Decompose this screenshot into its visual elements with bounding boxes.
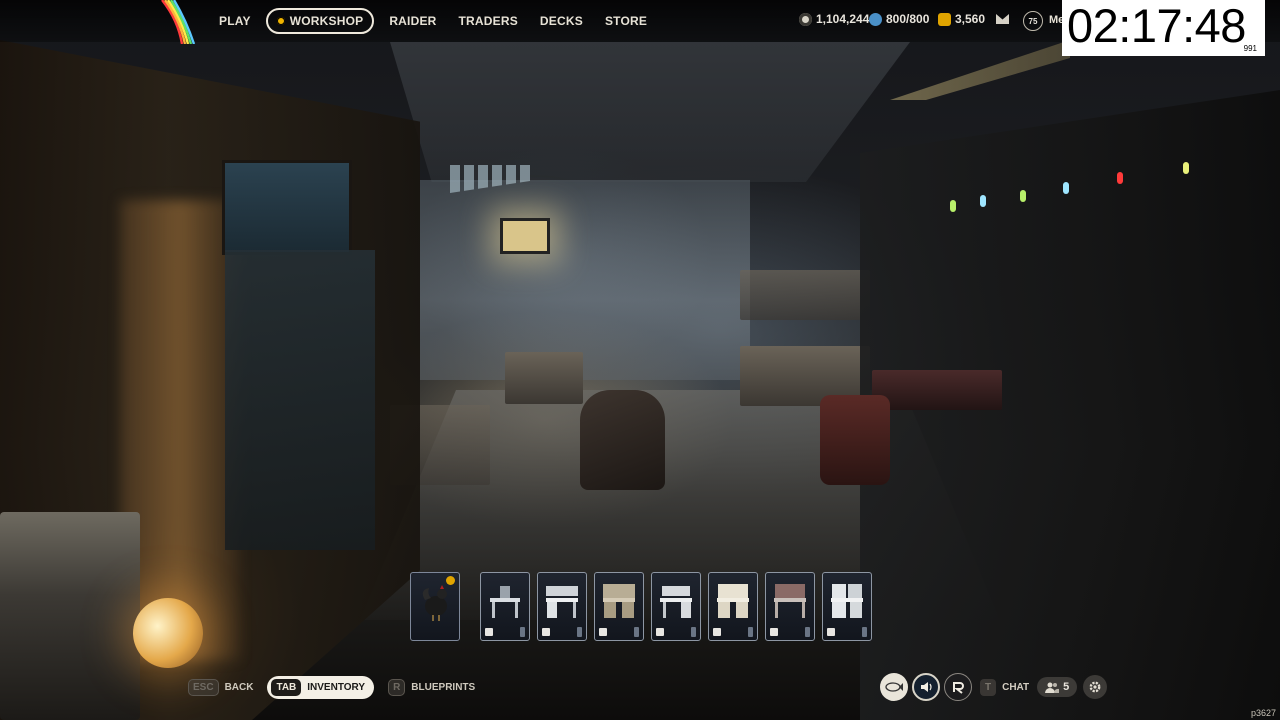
coins-value: 1,104,244 <box>816 12 870 26</box>
player-name[interactable]: Meg <box>1049 14 1063 26</box>
inventory-key: TAB <box>271 679 302 696</box>
speaker-icon <box>921 682 932 692</box>
hotbar-slot-workbench-5[interactable] <box>708 572 758 641</box>
back-key: ESC <box>188 679 219 696</box>
hotbar-slot-workbench-4[interactable] <box>651 572 701 641</box>
nav-traders[interactable]: TRADERS <box>448 8 529 34</box>
credits-icon <box>938 12 951 26</box>
workbench-thumbnail <box>774 584 806 618</box>
grenade-icon <box>770 628 778 636</box>
rainbow-logo-icon <box>161 0 196 44</box>
raider-tokens-value: 800/800 <box>886 12 930 26</box>
friends-button[interactable]: 5 <box>1037 677 1078 697</box>
hotbar-slot-workbench-3[interactable] <box>594 572 644 641</box>
red-workbench <box>872 370 1002 410</box>
gear-icon <box>1089 681 1101 693</box>
skylight <box>890 40 1070 100</box>
nav-decks[interactable]: DECKS <box>529 8 594 34</box>
fish-icon <box>885 682 903 692</box>
player-level-badge: 75 <box>1023 11 1043 31</box>
grid-icon <box>827 628 835 636</box>
inventory-button[interactable]: TAB INVENTORY <box>267 676 375 699</box>
hanging-lamp <box>500 218 550 254</box>
shelf-center <box>740 270 870 320</box>
nav-raider-label: RAIDER <box>389 14 437 28</box>
timer-overlay: 02:17:48 991 <box>1062 0 1265 56</box>
fish-emote-button[interactable] <box>880 673 908 701</box>
player-level: 75 <box>1028 16 1038 26</box>
social-controls: T CHAT 5 <box>880 673 1108 701</box>
globe-lamp <box>133 598 203 668</box>
key-hints: ESC BACK TAB INVENTORY R BLUEPRINTS <box>188 676 489 699</box>
hotbar-slot-workbench-2[interactable] <box>537 572 587 641</box>
nav-play-label: PLAY <box>219 14 251 28</box>
shield-icon <box>542 628 550 636</box>
nav-store[interactable]: STORE <box>594 8 658 34</box>
nav-workshop-label: WORKSHOP <box>289 14 364 28</box>
token-icon <box>869 12 882 26</box>
hotbar-slot-workbench-7[interactable] <box>822 572 872 641</box>
chat-button[interactable]: CHAT <box>1002 682 1029 693</box>
settings-button[interactable] <box>1083 675 1108 699</box>
armchair <box>580 390 665 490</box>
workbench-thumbnail <box>660 586 692 618</box>
cross-icon <box>656 628 664 636</box>
bench-icon <box>485 628 493 636</box>
left-door <box>225 250 375 550</box>
back-button[interactable]: BACK <box>225 682 254 693</box>
friends-count: 5 <box>1063 681 1070 693</box>
credits-currency[interactable]: 3,560 <box>938 12 985 26</box>
slot-coin-icon <box>446 576 455 585</box>
timer-clock: 02:17:48 <box>1067 0 1246 52</box>
slot-meter <box>748 627 753 637</box>
red-chair <box>820 395 890 485</box>
voice-button[interactable] <box>912 673 940 701</box>
hotbar-slot-rooster[interactable] <box>410 572 460 641</box>
nav-raider[interactable]: RAIDER <box>378 8 447 34</box>
slot-meter <box>577 627 582 637</box>
string-lights <box>945 150 1195 212</box>
nav-decks-label: DECKS <box>539 14 583 28</box>
hotbar-slot-workbench-1[interactable] <box>480 572 530 641</box>
friends-icon <box>1045 682 1060 693</box>
nav-traders-label: TRADERS <box>458 14 518 28</box>
raider-tokens-currency[interactable]: 800/800 <box>869 12 929 26</box>
workbench-thumbnail <box>546 586 578 618</box>
inventory-label: INVENTORY <box>307 682 366 693</box>
workbench-thumbnail <box>831 584 863 618</box>
workbench-thumbnail <box>603 584 635 618</box>
coin-icon <box>799 12 812 26</box>
slot-meter <box>520 627 525 637</box>
nav-store-label: STORE <box>604 14 648 28</box>
build-id: p3627 <box>1250 708 1276 718</box>
rooster-icon <box>422 585 447 621</box>
chat-key: T <box>980 678 997 696</box>
slot-meter <box>691 627 696 637</box>
nav-workshop[interactable]: WORKSHOP <box>265 8 375 34</box>
blueprints-button[interactable]: BLUEPRINTS <box>411 682 475 693</box>
slot-meter <box>805 627 810 637</box>
slot-meter <box>634 627 639 637</box>
timer-subtext: 991 <box>1243 44 1257 53</box>
left-window <box>222 160 352 255</box>
mail-icon[interactable] <box>996 14 1009 24</box>
swirl-icon <box>953 682 964 694</box>
coins-currency[interactable]: 1,104,244 <box>799 12 869 26</box>
slot-meter <box>862 627 867 637</box>
back-wall <box>420 180 750 380</box>
retro-computer <box>0 512 140 720</box>
main-nav: PLAY WORKSHOP RAIDER TRADERS DECKS STORE <box>208 8 658 34</box>
workbench-thumbnail <box>490 586 520 618</box>
credits-value: 3,560 <box>955 12 986 26</box>
workbench-thumbnail <box>717 584 749 618</box>
nav-play[interactable]: PLAY <box>208 8 262 34</box>
profile-button[interactable] <box>944 673 972 701</box>
blueprints-key: R <box>388 679 406 696</box>
ceiling <box>390 42 910 182</box>
desk-back <box>505 352 583 404</box>
flame-icon <box>599 628 607 636</box>
workshop-coin-icon <box>276 17 285 25</box>
hotbar-slot-workbench-6[interactable] <box>765 572 815 641</box>
medkit-icon <box>713 628 721 636</box>
